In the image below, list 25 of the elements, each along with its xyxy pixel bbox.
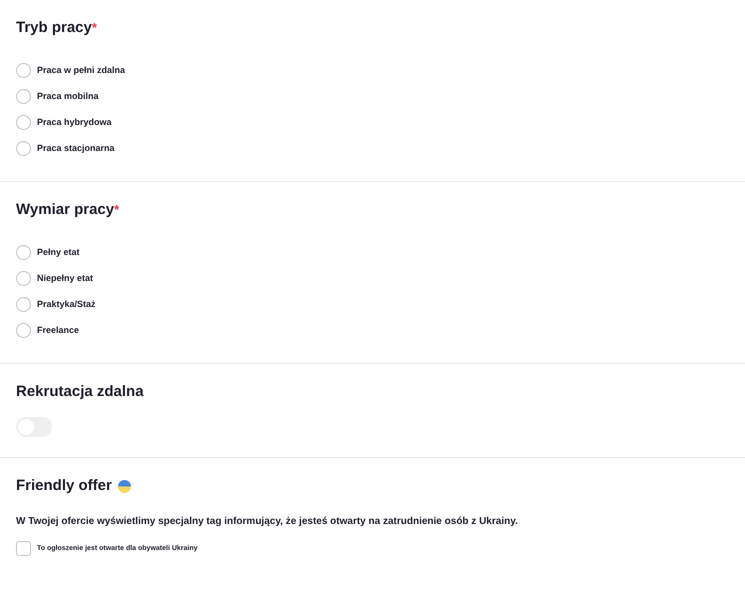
- radio-button[interactable]: [16, 62, 31, 78]
- radio-button[interactable]: [16, 88, 31, 104]
- required-mark: *: [92, 19, 97, 35]
- required-mark: *: [114, 201, 120, 219]
- section-title: Friendly offer: [16, 476, 112, 496]
- option-label: Praca mobilna: [37, 91, 99, 101]
- option-label: Praca hybrydowa: [37, 117, 112, 127]
- option-label: Praca stacjonarna: [37, 143, 115, 153]
- section-title: Wymiar pracy: [16, 200, 114, 220]
- description-text: W Twojej ofercie wyświetlimy specjalny tag informujący, że jesteś otwarty na zatrudnienie osób z Ukrainy.: [16, 516, 519, 527]
- option-label: Praktyka/Staż: [37, 299, 96, 309]
- option-label: Praca w pełni zdalna: [37, 65, 126, 75]
- section-title: Rekrutacja zdalna: [16, 382, 144, 402]
- radio-button[interactable]: [16, 114, 31, 130]
- radio-button[interactable]: [16, 270, 31, 286]
- flag-icon: [118, 480, 131, 492]
- option-label: Niepełny etat: [37, 273, 94, 283]
- option-label: Freelance: [37, 325, 80, 335]
- option-label: Pełny etat: [37, 247, 80, 257]
- section-title: Tryb pracy: [16, 18, 92, 38]
- radio-button[interactable]: [16, 140, 31, 156]
- radio-button[interactable]: [16, 296, 31, 312]
- radio-button[interactable]: [16, 322, 31, 338]
- checkbox[interactable]: [16, 541, 31, 556]
- radio-button[interactable]: [16, 244, 31, 260]
